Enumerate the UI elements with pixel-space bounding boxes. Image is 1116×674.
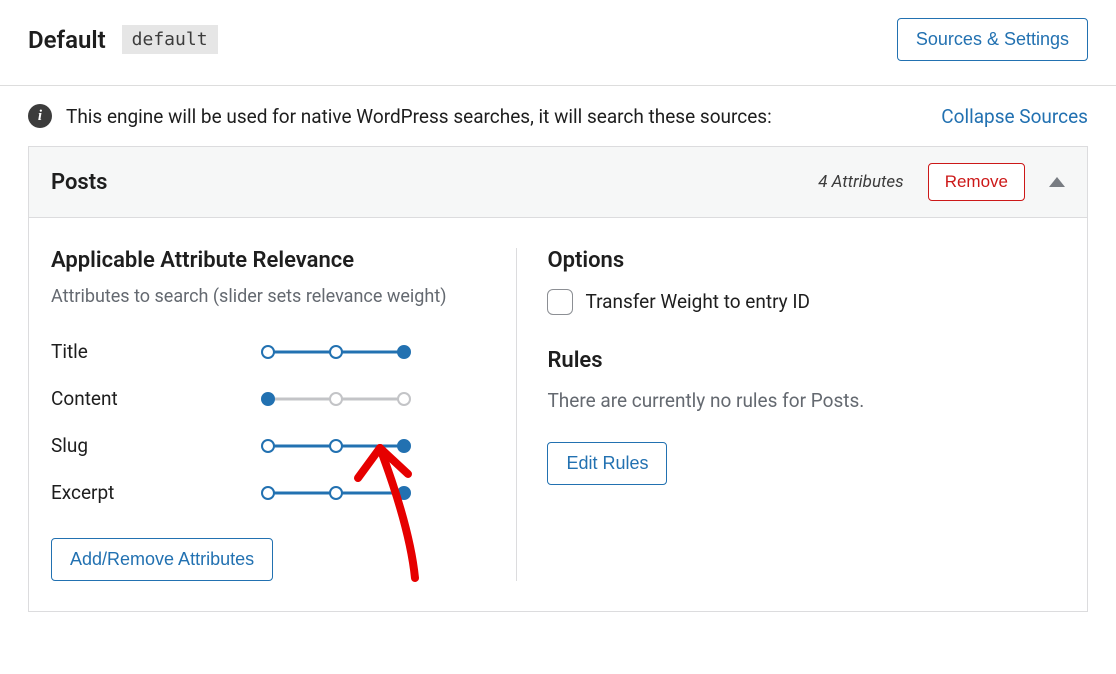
panel-header: Posts 4 Attributes Remove [29,147,1087,218]
attribute-label: Excerpt [51,481,261,504]
attribute-label: Title [51,340,261,363]
options-title: Options [547,248,1065,273]
relevance-slider-content[interactable] [261,391,411,407]
attribute-row-title: Title [51,340,486,363]
sources-settings-button[interactable]: Sources & Settings [897,18,1088,61]
attribute-row-excerpt: Excerpt [51,481,486,504]
info-message: This engine will be used for native Word… [66,105,772,128]
relevance-slider-slug[interactable] [261,438,411,454]
attribute-label: Slug [51,434,261,457]
attribute-count: 4 Attributes [818,172,903,192]
info-row: i This engine will be used for native Wo… [0,86,1116,146]
attribute-row-content: Content [51,387,486,410]
relevance-title: Applicable Attribute Relevance [51,248,486,273]
relevance-slider-title[interactable] [261,344,411,360]
source-panel-posts: Posts 4 Attributes Remove Applicable Att… [28,146,1088,612]
engine-header: Default default Sources & Settings [0,0,1116,86]
edit-rules-button[interactable]: Edit Rules [547,442,667,485]
remove-source-button[interactable]: Remove [928,163,1025,201]
add-remove-attributes-button[interactable]: Add/Remove Attributes [51,538,273,581]
relevance-slider-excerpt[interactable] [261,485,411,501]
rules-empty-text: There are currently no rules for Posts. [547,389,1065,412]
info-icon: i [28,104,52,128]
attribute-row-slug: Slug [51,434,486,457]
panel-title: Posts [51,170,107,195]
transfer-weight-label: Transfer Weight to entry ID [585,289,810,316]
chevron-up-icon[interactable] [1049,177,1065,187]
attribute-label: Content [51,387,261,410]
rules-title: Rules [547,348,1065,373]
transfer-weight-checkbox[interactable] [547,289,573,315]
engine-title: Default [28,26,106,54]
engine-slug-badge: default [122,25,218,54]
relevance-subtitle: Attributes to search (slider sets releva… [51,283,486,310]
collapse-sources-link[interactable]: Collapse Sources [941,105,1088,128]
